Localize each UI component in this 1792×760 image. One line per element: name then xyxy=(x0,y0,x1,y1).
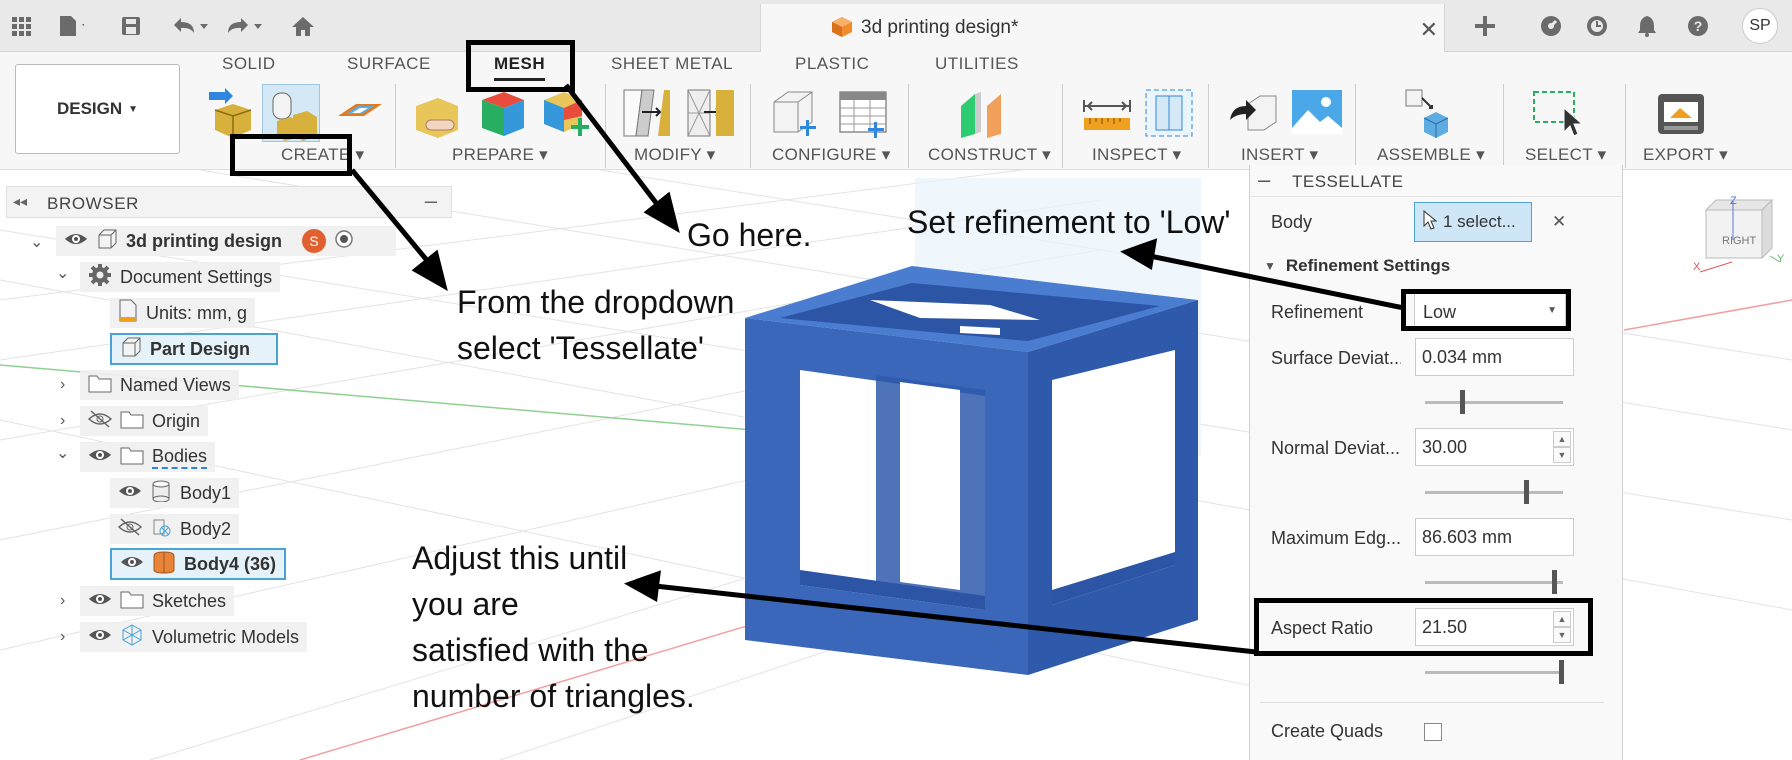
annotation-dropdown-line1: From the dropdown xyxy=(457,284,735,320)
annotation-refinement: Set refinement to 'Low' xyxy=(907,204,1231,240)
annotation-adjust-line3: satisfied with the xyxy=(412,632,649,668)
annotation-adjust-line4: number of triangles. xyxy=(412,678,695,714)
annotation-dropdown-line2: select 'Tessellate' xyxy=(457,330,704,366)
annotation-go-here: Go here. xyxy=(687,217,812,253)
annotation-adjust-line1: Adjust this until xyxy=(412,540,628,576)
annotation-adjust-line2: you are xyxy=(412,586,519,622)
app-window: 3d printing design* ✕ ? SP DESIGN ▼ SOLI… xyxy=(0,0,1792,760)
annotation-arrows xyxy=(350,83,1405,655)
